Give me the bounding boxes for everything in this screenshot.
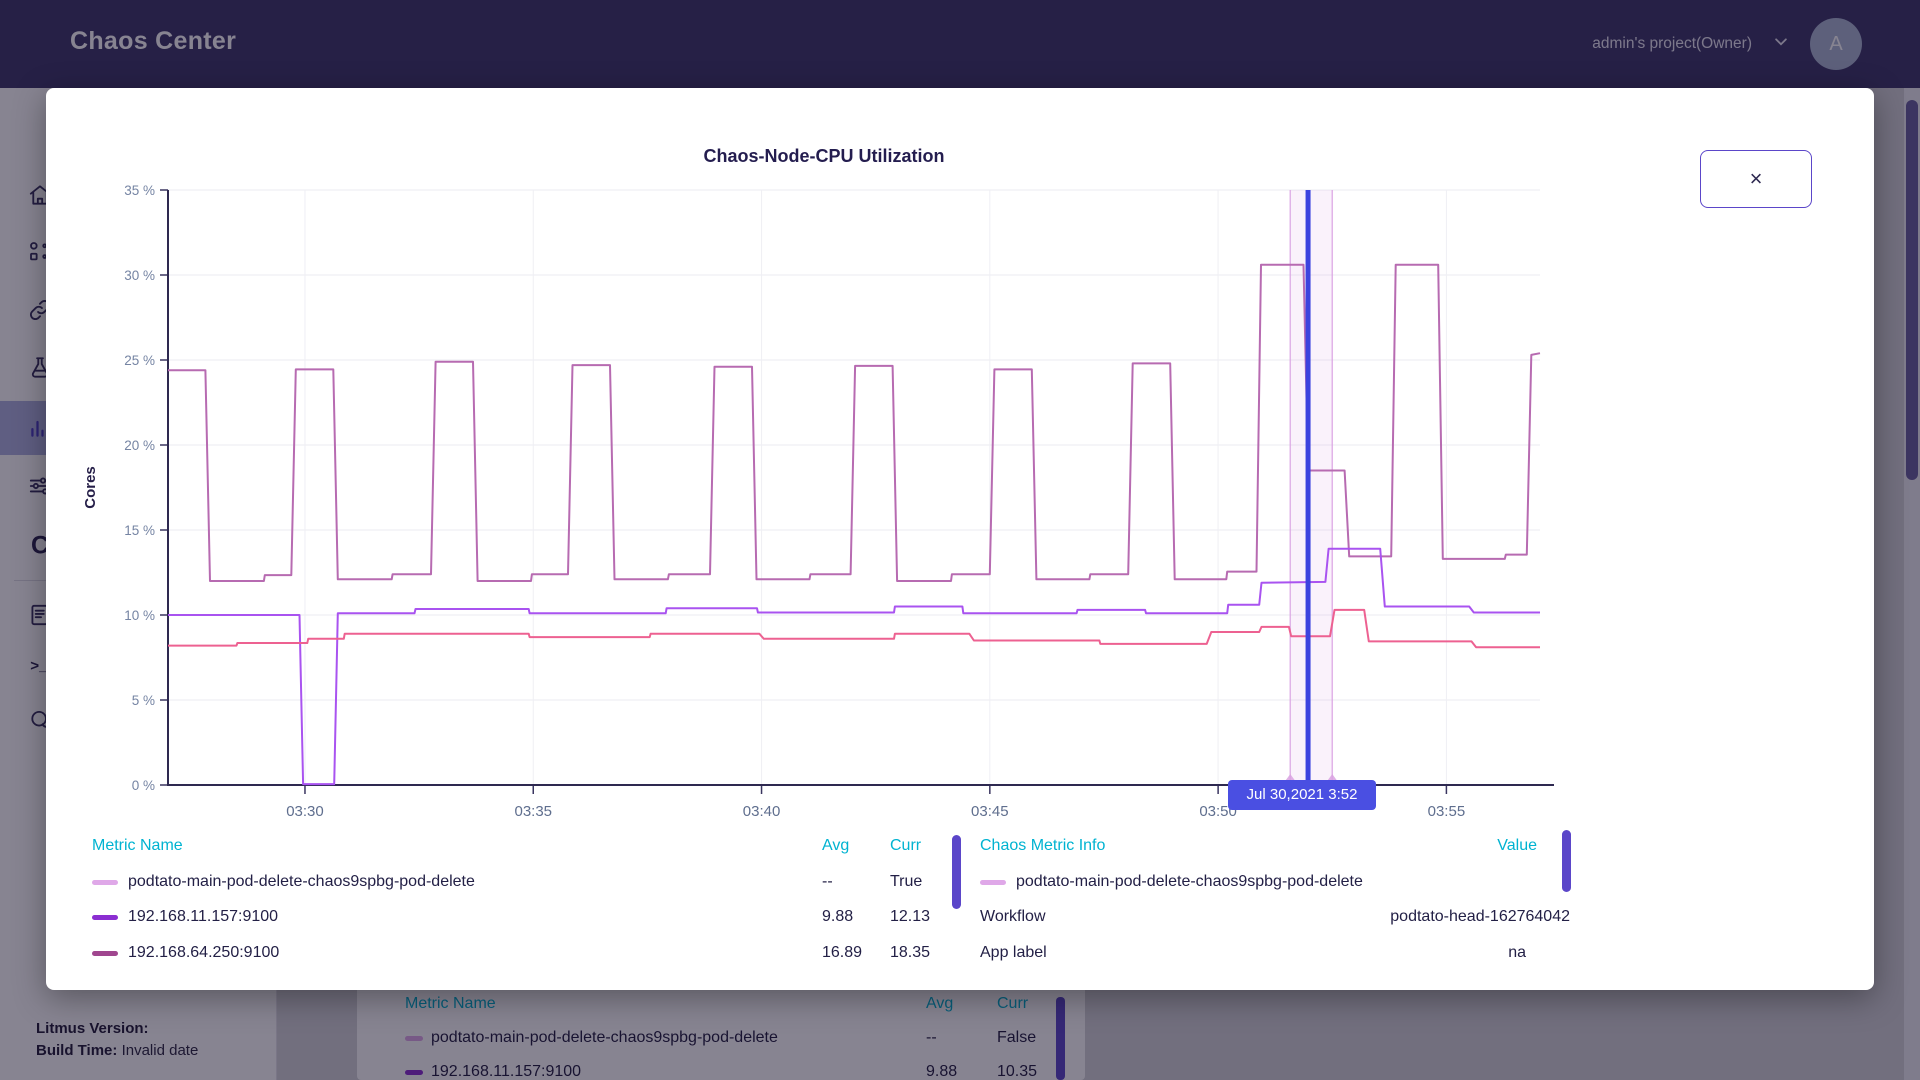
svg-text:0 %: 0 % (132, 778, 155, 793)
app-root: Chaos Center admin's project(Owner) A C (0, 0, 1920, 1080)
metric-avg: 16.89 (822, 944, 862, 962)
svg-text:30 %: 30 % (124, 268, 155, 283)
metric-curr: 12.13 (890, 908, 930, 926)
series-swatch (980, 880, 1006, 885)
chaos-event-row[interactable]: podtato-main-pod-delete-chaos9spbg-pod-d… (980, 868, 1570, 898)
metric-avg: -- (822, 873, 833, 891)
svg-text:03:55: 03:55 (1428, 803, 1466, 820)
series-swatch (92, 915, 118, 920)
series-swatch (92, 951, 118, 956)
chart-modal: Chaos-Node-CPU Utilization × 0 %5 %10 %1… (46, 88, 1874, 990)
col-metric-name: Metric Name (92, 837, 183, 855)
col-curr: Curr (890, 837, 921, 855)
col-value: Value (1497, 837, 1537, 855)
svg-text:25 %: 25 % (124, 353, 155, 368)
legend-row[interactable]: podtato-main-pod-delete-chaos9spbg-pod-d… (92, 868, 962, 898)
svg-text:15 %: 15 % (124, 523, 155, 538)
workflow-label: Workflow (980, 908, 1046, 926)
svg-text:10 %: 10 % (124, 608, 155, 623)
cpu-utilization-chart: 0 % 5 % 10 % 15 % 20 % 25 % 30 % 35 % 03:30 03:35… (46, 88, 1874, 848)
metric-avg: 9.88 (822, 908, 853, 926)
legend-table-scrollbar[interactable] (952, 835, 961, 909)
svg-text:35 %: 35 % (124, 183, 155, 198)
chaos-info-scrollbar[interactable] (1562, 830, 1571, 892)
col-chaos-metric-info: Chaos Metric Info (980, 837, 1105, 855)
metric-curr: True (890, 873, 922, 891)
chaos-info-header: Chaos Metric Info Value (980, 832, 1570, 860)
info-row: App label na (980, 939, 1570, 969)
svg-text:5 %: 5 % (132, 693, 155, 708)
app-label-label: App label (980, 944, 1047, 962)
legend-row[interactable]: 192.168.11.157:9100 9.88 12.13 (92, 903, 962, 933)
metric-legend-table: Metric Name Avg Curr podtato-main-pod-de… (92, 832, 962, 990)
app-label-value: na (1508, 944, 1526, 962)
legend-row[interactable]: 192.168.64.250:9100 16.89 18.35 (92, 939, 962, 969)
svg-text:03:45: 03:45 (971, 803, 1009, 820)
col-avg: Avg (822, 837, 849, 855)
info-row: Workflow podtato-head-162764042 (980, 903, 1570, 933)
chaos-event-name: podtato-main-pod-delete-chaos9spbg-pod-d… (1016, 873, 1363, 891)
metric-name: 192.168.64.250:9100 (128, 944, 279, 962)
series-swatch (92, 880, 118, 885)
legend-header: Metric Name Avg Curr (92, 832, 962, 860)
metric-curr: 18.35 (890, 944, 930, 962)
svg-text:03:35: 03:35 (514, 803, 552, 820)
hover-tooltip: Jul 30,2021 3:52 (1228, 780, 1376, 810)
metric-name: 192.168.11.157:9100 (128, 908, 278, 926)
svg-text:Cores: Cores (82, 466, 99, 509)
svg-text:20 %: 20 % (124, 438, 155, 453)
svg-text:03:40: 03:40 (743, 803, 781, 820)
chaos-info-table: Chaos Metric Info Value podtato-main-pod… (980, 832, 1570, 990)
chart-canvas[interactable]: 0 % 5 % 10 % 15 % 20 % 25 % 30 % 35 % 03:30 03:35… (46, 88, 1874, 848)
metric-name: podtato-main-pod-delete-chaos9spbg-pod-d… (128, 873, 475, 891)
workflow-value: podtato-head-162764042 (1390, 908, 1570, 926)
svg-text:03:30: 03:30 (286, 803, 324, 820)
